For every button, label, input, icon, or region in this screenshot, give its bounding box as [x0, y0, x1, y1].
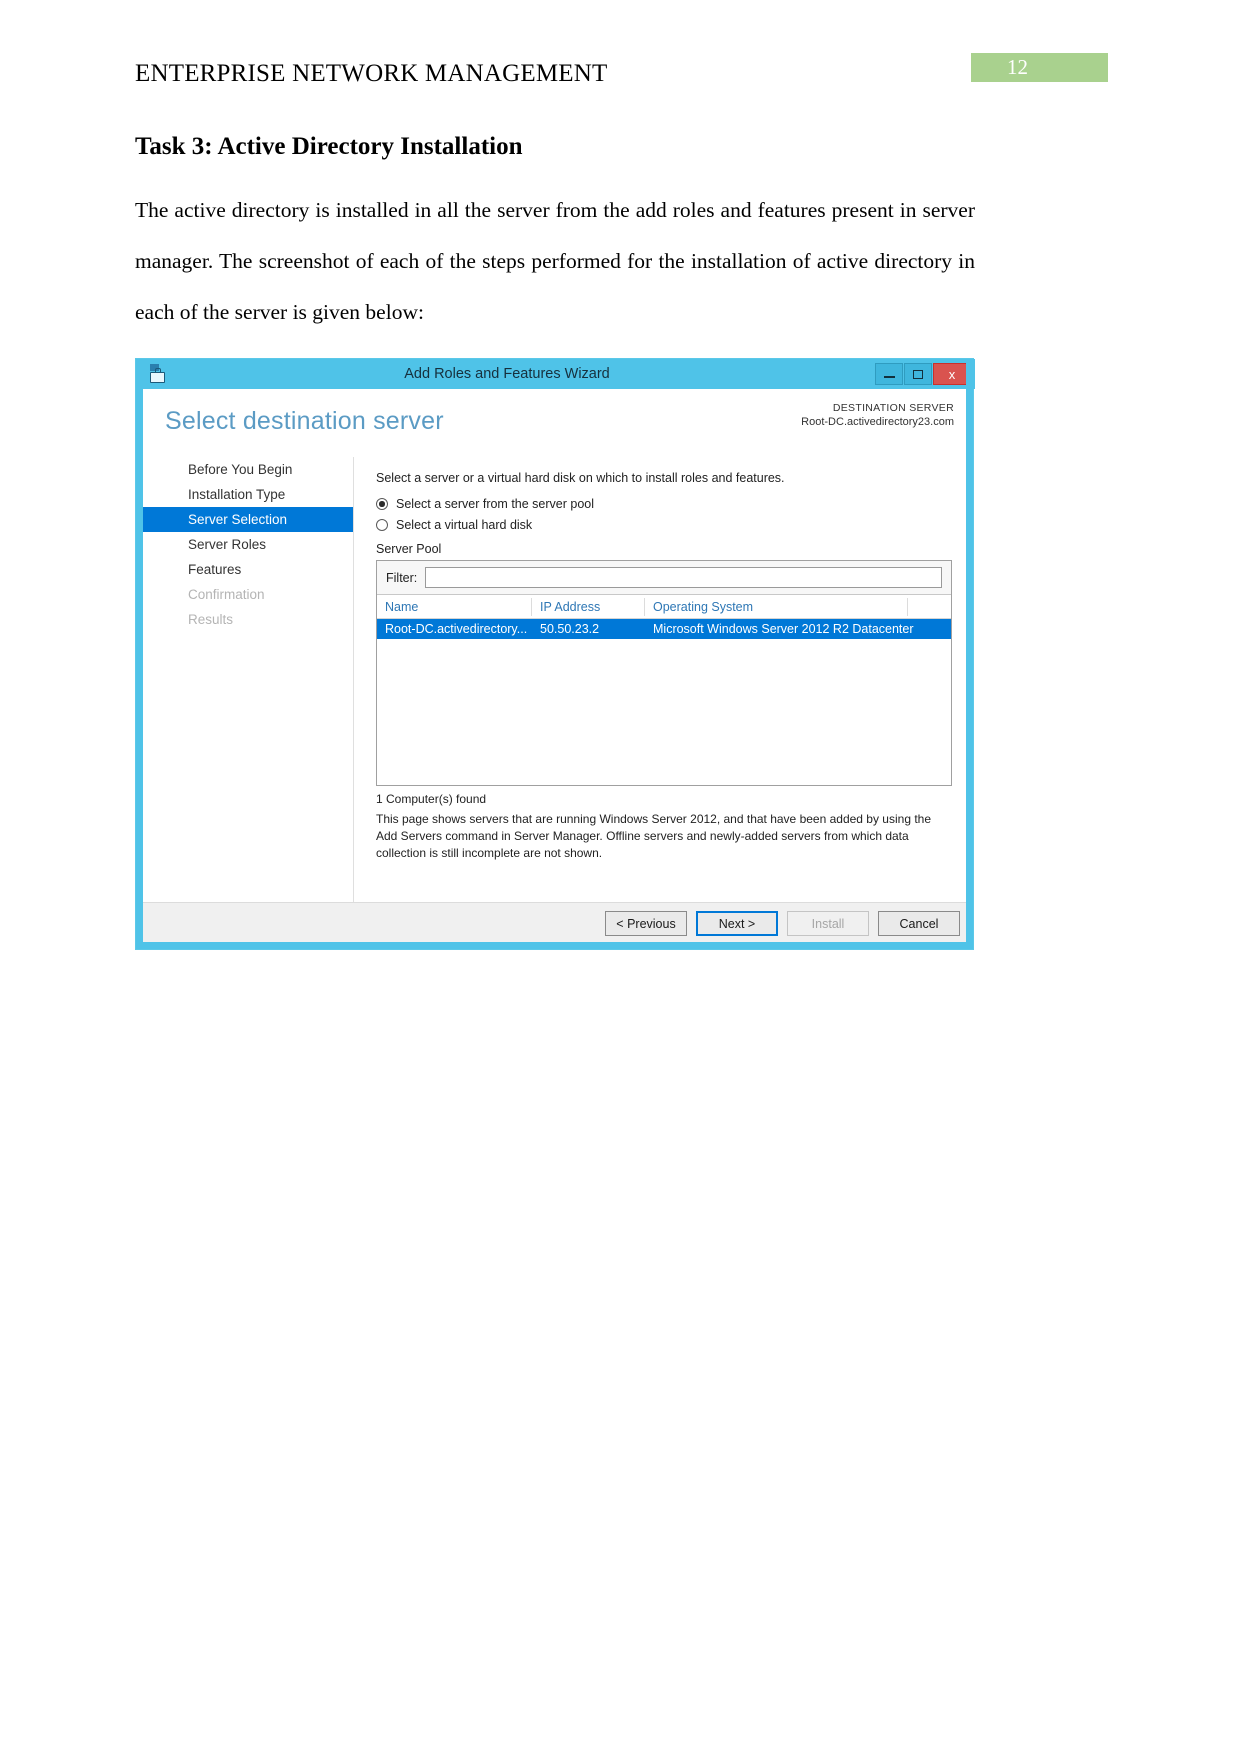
- radio-option-server-pool[interactable]: Select a server from the server pool: [376, 497, 952, 511]
- radio-option-virtual-hard-disk-label: Select a virtual hard disk: [396, 518, 533, 532]
- wizard-titlebar: Add Roles and Features Wizard x: [136, 359, 975, 389]
- wizard-body: Select destination server DESTINATION SE…: [143, 389, 968, 902]
- column-header-name[interactable]: Name: [377, 597, 532, 616]
- radio-icon-selected[interactable]: [376, 498, 388, 510]
- column-header-ip-address[interactable]: IP Address: [532, 597, 645, 616]
- cell-server-os: Microsoft Windows Server 2012 R2 Datacen…: [653, 622, 914, 636]
- body-paragraph: The active directory is installed in all…: [135, 198, 975, 324]
- nav-item-confirmation: Confirmation: [188, 587, 265, 602]
- filter-input[interactable]: [425, 567, 942, 588]
- cell-server-name: Root-DC.activedirectory...: [385, 622, 528, 636]
- destination-server-info: DESTINATION SERVER Root-DC.activedirecto…: [801, 401, 954, 429]
- nav-item-before-you-begin[interactable]: Before You Begin: [143, 457, 353, 482]
- close-button[interactable]: x: [933, 363, 971, 385]
- wizard-footer: < Previous Next > Install Cancel: [143, 902, 968, 944]
- wizard-step-nav: Before You Begin Installation Type Serve…: [143, 457, 353, 902]
- table-row[interactable]: Root-DC.activedirectory... 50.50.23.2 Mi…: [377, 619, 951, 639]
- window-controls: x: [874, 363, 971, 385]
- server-pool-box: Filter: Name IP Address Operating System…: [376, 560, 952, 786]
- nav-item-features[interactable]: Features: [143, 557, 353, 582]
- nav-item-results: Results: [188, 612, 234, 627]
- install-button: Install: [787, 911, 869, 936]
- wizard-page-heading: Select destination server: [165, 407, 444, 435]
- minimize-icon: [883, 376, 895, 378]
- column-header-operating-system[interactable]: Operating System: [645, 597, 908, 616]
- computers-found-text: 1 Computer(s) found: [376, 792, 487, 806]
- nav-item-installation-type[interactable]: Installation Type: [143, 482, 353, 507]
- previous-button[interactable]: < Previous: [605, 911, 687, 936]
- content-description: Select a server or a virtual hard disk o…: [376, 471, 785, 485]
- next-button[interactable]: Next >: [696, 911, 778, 936]
- nav-item-server-selection[interactable]: Server Selection: [143, 507, 353, 532]
- document-page: ENTERPRISE NETWORK MANAGEMENT 12 Task 3:…: [0, 0, 1241, 1754]
- wizard-app-icon: [146, 363, 170, 385]
- filter-row: Filter:: [377, 561, 951, 595]
- destination-server-label: DESTINATION SERVER: [832, 402, 954, 414]
- page-number-badge: 12: [971, 53, 1108, 82]
- server-table-header: Name IP Address Operating System: [377, 595, 951, 619]
- wizard-header-area: Select destination server DESTINATION SE…: [143, 389, 968, 457]
- section-title: Task 3: Active Directory Installation: [135, 133, 523, 160]
- wizard-content-pane: Select a server or a virtual hard disk o…: [353, 457, 968, 902]
- destination-server-value: Root-DC.activedirectory23.com: [801, 416, 954, 428]
- column-header-spacer: [908, 598, 951, 616]
- nav-item-server-roles[interactable]: Server Roles: [143, 532, 353, 557]
- filter-label: Filter:: [386, 570, 418, 585]
- add-roles-wizard-window: Add Roles and Features Wizard x Select d…: [135, 358, 975, 950]
- document-header-title: ENTERPRISE NETWORK MANAGEMENT: [135, 60, 608, 87]
- maximize-icon: [913, 369, 923, 379]
- server-pool-note: This page shows servers that are running…: [376, 812, 932, 860]
- cancel-button[interactable]: Cancel: [878, 911, 960, 936]
- maximize-button[interactable]: [904, 363, 932, 385]
- wizard-title: Add Roles and Features Wizard: [404, 366, 610, 382]
- page-number-text: 12: [1007, 55, 1028, 79]
- minimize-button[interactable]: [875, 363, 903, 385]
- radio-icon-unselected[interactable]: [376, 519, 388, 531]
- radio-option-virtual-hard-disk[interactable]: Select a virtual hard disk: [376, 518, 952, 532]
- document-header: ENTERPRISE NETWORK MANAGEMENT: [135, 60, 1035, 88]
- cell-server-ip: 50.50.23.2: [540, 622, 600, 636]
- radio-option-server-pool-label: Select a server from the server pool: [396, 497, 594, 511]
- server-pool-label: Server Pool: [376, 542, 442, 556]
